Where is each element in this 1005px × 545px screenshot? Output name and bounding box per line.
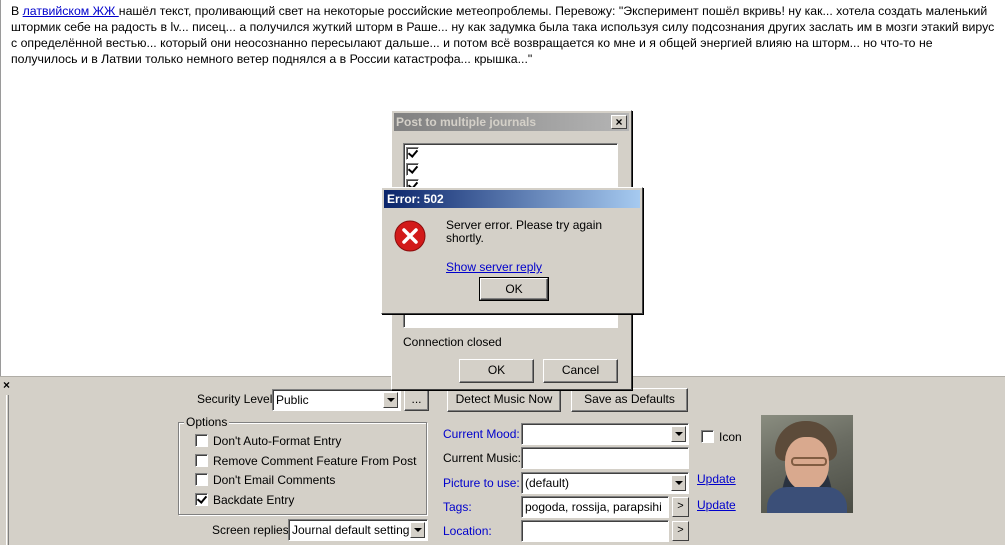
chevron-down-icon[interactable]: [410, 522, 425, 538]
avatar-glasses: [791, 457, 827, 466]
security-level-select[interactable]: Public: [272, 389, 401, 411]
error-dialog: Error: 502 Server error. Please try agai…: [381, 187, 643, 314]
error-ok-button[interactable]: OK: [479, 277, 549, 301]
post-text-rest: нашёл текст, проливающий свет на некотор…: [11, 4, 995, 66]
post-dialog-titlebar[interactable]: Post to multiple journals ×: [394, 113, 629, 131]
chevron-down-icon[interactable]: [383, 392, 398, 408]
latvian-lj-link[interactable]: латвийском ЖЖ: [23, 4, 119, 18]
update-picture-link[interactable]: Update: [697, 472, 736, 486]
detect-music-button[interactable]: Detect Music Now: [447, 388, 561, 412]
avatar-shirt: [767, 487, 847, 513]
icon-option[interactable]: Icon: [701, 430, 742, 444]
post-ok-button[interactable]: OK: [459, 359, 534, 383]
panel-close-icon[interactable]: ×: [3, 379, 10, 391]
error-dialog-titlebar[interactable]: Error: 502: [384, 190, 640, 208]
current-mood-label[interactable]: Current Mood:: [443, 427, 520, 441]
option-dont-email-comments[interactable]: Don't Email Comments: [195, 473, 335, 489]
post-options-panel: × Security Level: Public ... Detect Musi…: [0, 376, 1005, 545]
icon-checkbox[interactable]: [701, 430, 714, 443]
post-cancel-button[interactable]: Cancel: [543, 359, 618, 383]
security-level-value: Public: [276, 393, 309, 407]
current-music-input[interactable]: [521, 447, 689, 469]
tags-input[interactable]: pogoda, rossija, parapsihi: [521, 496, 669, 518]
option-remove-comment-feature[interactable]: Remove Comment Feature From Post: [195, 454, 416, 470]
error-icon: [394, 220, 426, 252]
error-message: Server error. Please try again shortly.: [446, 218, 603, 245]
post-text-start: В: [11, 4, 23, 18]
icon-checkbox-label: Icon: [719, 430, 742, 444]
save-as-defaults-button[interactable]: Save as Defaults: [571, 388, 688, 412]
option-dont-auto-format[interactable]: Don't Auto-Format Entry: [195, 434, 341, 450]
screen-replies-label: Screen replies:: [212, 523, 293, 537]
screen-replies-select[interactable]: Journal default setting: [288, 519, 428, 541]
option-backdate-entry[interactable]: Backdate Entry: [195, 493, 294, 509]
close-icon[interactable]: ×: [611, 115, 627, 129]
post-body-text[interactable]: В латвийском ЖЖ нашёл текст, проливающий…: [11, 3, 996, 67]
connection-status: Connection closed: [403, 335, 502, 349]
options-title: Options: [184, 415, 230, 429]
option-label: Don't Email Comments: [213, 473, 336, 487]
checkbox[interactable]: [195, 454, 208, 467]
options-groupbox: Options Don't Auto-Format Entry Remove C…: [178, 415, 427, 515]
chevron-down-icon[interactable]: [671, 475, 686, 491]
location-input[interactable]: [521, 520, 669, 542]
screen-replies-value: Journal default setting: [292, 523, 410, 537]
picture-to-use-label[interactable]: Picture to use:: [443, 476, 520, 490]
tags-arrow-button[interactable]: >: [672, 497, 689, 517]
checkbox[interactable]: [195, 434, 208, 447]
journal-checkbox[interactable]: [406, 147, 419, 160]
current-mood-select[interactable]: [521, 423, 689, 445]
show-server-reply-link[interactable]: Show server reply: [446, 260, 542, 274]
option-label: Backdate Entry: [213, 493, 295, 507]
security-level-label: Security Level:: [197, 392, 276, 406]
post-dialog-title: Post to multiple journals: [396, 115, 537, 129]
security-more-button[interactable]: ...: [404, 389, 429, 411]
panel-resize-grip[interactable]: [6, 395, 9, 545]
tags-value: pogoda, rossija, parapsihi: [525, 500, 662, 514]
picture-select[interactable]: (default): [521, 472, 689, 494]
picture-value: (default): [525, 476, 570, 490]
option-label: Don't Auto-Format Entry: [213, 434, 342, 448]
current-music-label: Current Music:: [443, 451, 522, 465]
location-label[interactable]: Location:: [443, 524, 492, 538]
location-arrow-button[interactable]: >: [672, 521, 689, 541]
error-dialog-title: Error: 502: [387, 192, 444, 206]
checkbox-checked[interactable]: [195, 493, 208, 506]
userpic-avatar: [761, 415, 853, 513]
option-label: Remove Comment Feature From Post: [213, 454, 417, 468]
journal-checkbox[interactable]: [406, 163, 419, 176]
update-tags-link[interactable]: Update: [697, 498, 736, 512]
chevron-down-icon[interactable]: [671, 426, 686, 442]
checkbox[interactable]: [195, 473, 208, 486]
tags-label[interactable]: Tags:: [443, 500, 472, 514]
